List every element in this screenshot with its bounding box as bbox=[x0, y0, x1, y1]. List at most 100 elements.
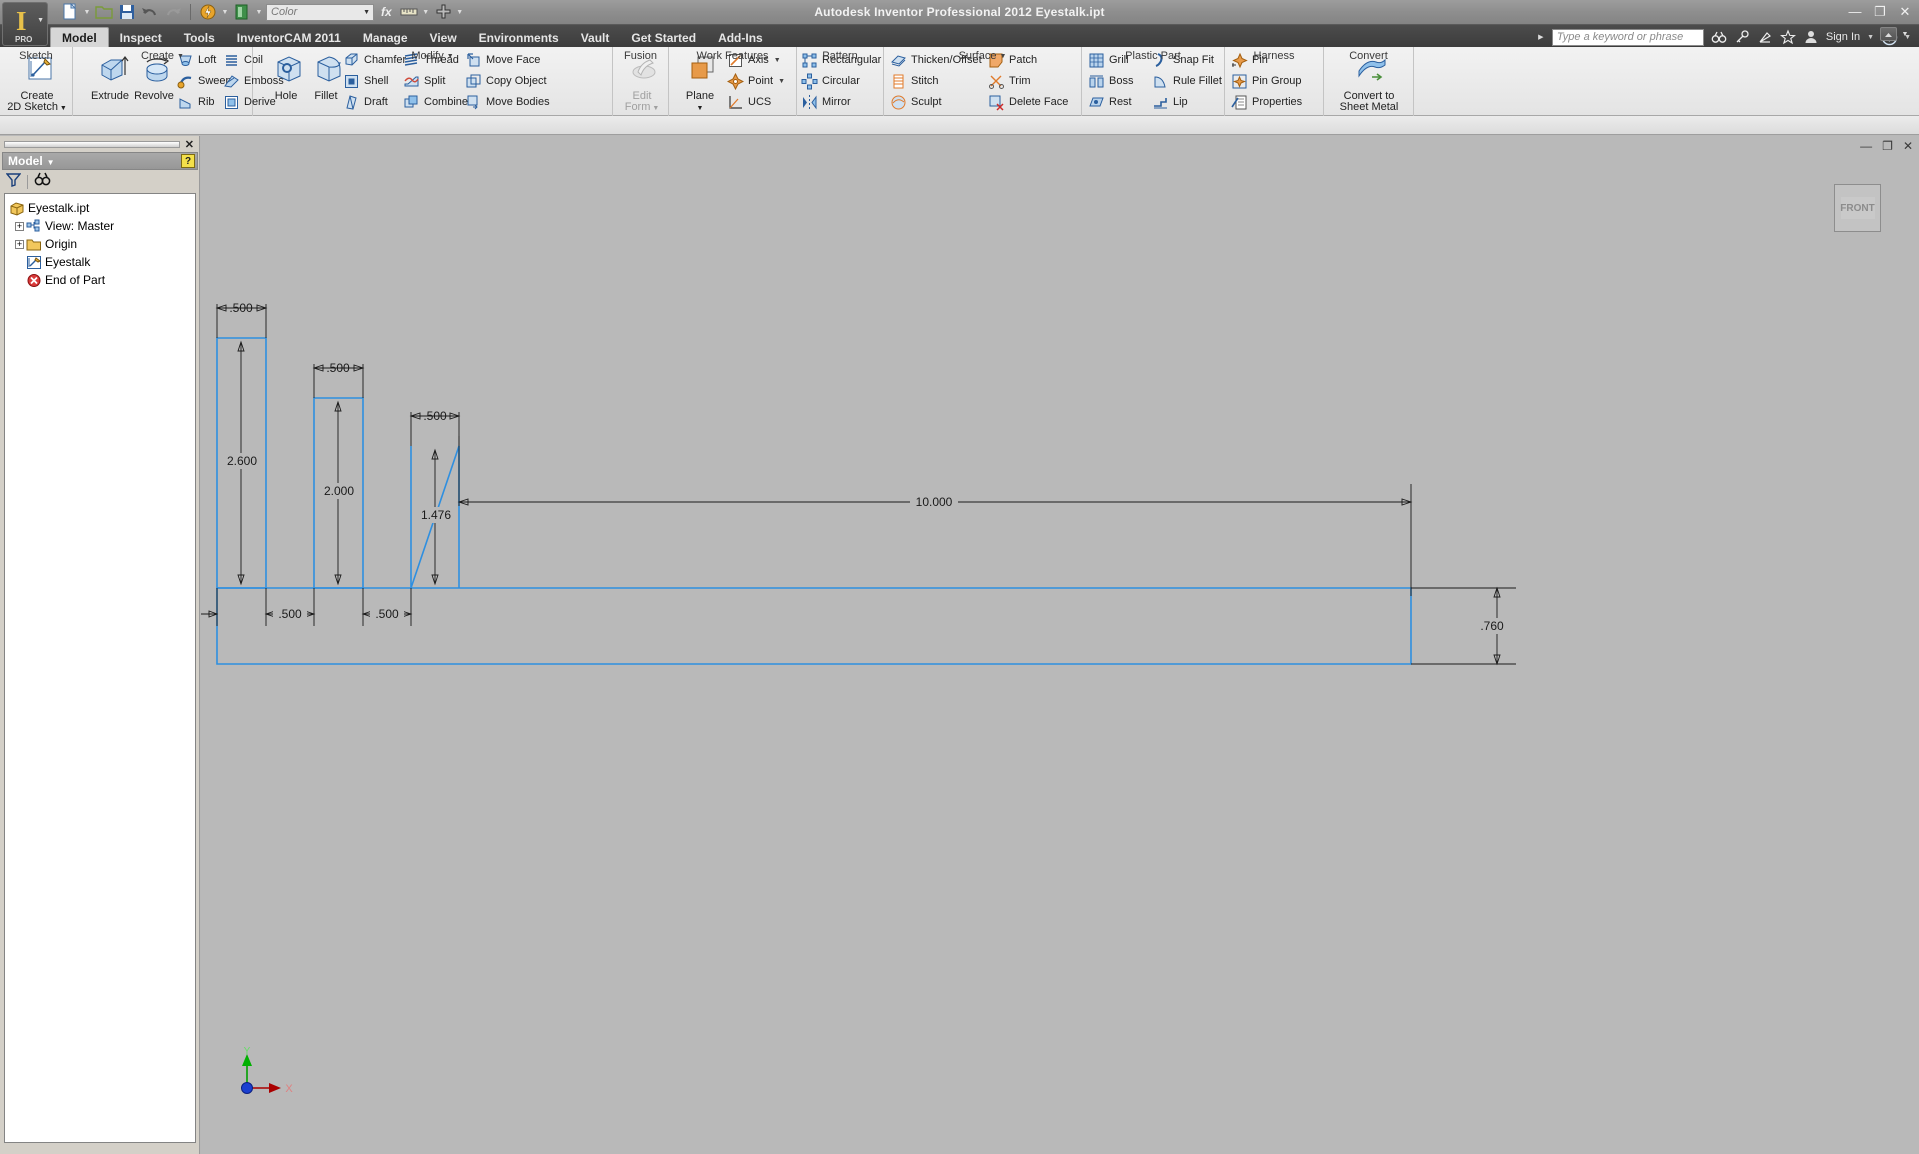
chevron-down-icon[interactable]: ▼ bbox=[83, 9, 91, 16]
help-icon[interactable]: ? bbox=[181, 154, 195, 168]
tab-tools[interactable]: Tools bbox=[173, 28, 226, 49]
browser-toolbar bbox=[2, 172, 198, 191]
properties-label: Properties bbox=[1252, 96, 1303, 108]
tree-item-eyestalk-sketch[interactable]: Eyestalk bbox=[9, 253, 195, 271]
update-icon[interactable] bbox=[198, 2, 218, 22]
select-icon[interactable] bbox=[433, 2, 453, 22]
inventor-pro-label: PRO bbox=[15, 35, 33, 44]
open-folder-icon[interactable] bbox=[94, 2, 114, 22]
sign-in-button[interactable]: Sign In bbox=[1826, 31, 1860, 43]
graphics-canvas[interactable]: — ❐ ✕ FRONT .500 2.600 .500 2.000 .500 1… bbox=[201, 136, 1919, 1154]
delete-face-button[interactable]: Delete Face bbox=[988, 92, 1068, 112]
minimize-button[interactable]: — bbox=[1847, 4, 1863, 20]
ucs-icon bbox=[727, 94, 744, 111]
star-icon[interactable] bbox=[1779, 29, 1796, 45]
filter-icon[interactable] bbox=[5, 172, 22, 192]
binoculars-icon[interactable] bbox=[1711, 29, 1727, 45]
tab-environments[interactable]: Environments bbox=[468, 28, 570, 49]
measure-icon[interactable] bbox=[399, 2, 419, 22]
search-input[interactable]: Type a keyword or phrase bbox=[1551, 28, 1704, 46]
chevron-down-icon[interactable]: ▼ bbox=[255, 9, 263, 16]
window-controls[interactable]: — ❐ ✕ bbox=[1847, 4, 1913, 20]
satellite-icon[interactable] bbox=[1757, 29, 1773, 45]
browser-drag-handle[interactable] bbox=[4, 141, 180, 148]
tab-inspect[interactable]: Inspect bbox=[109, 28, 173, 49]
circular-pattern-label: Circular bbox=[822, 75, 860, 87]
new-document-icon[interactable] bbox=[60, 2, 80, 22]
save-icon[interactable] bbox=[117, 2, 137, 22]
mirror-button[interactable]: Mirror bbox=[801, 92, 851, 112]
application-menu-button[interactable]: I PRO ▼ bbox=[2, 2, 48, 46]
properties-button[interactable]: Properties bbox=[1231, 92, 1302, 112]
ribbon-panel-label-bar bbox=[0, 116, 1919, 135]
rib-icon bbox=[177, 94, 194, 111]
lip-icon bbox=[1152, 94, 1169, 111]
trim-button[interactable]: Trim bbox=[988, 71, 1031, 91]
browser-grip-bar[interactable]: ✕ bbox=[2, 138, 198, 151]
rest-button[interactable]: Rest bbox=[1088, 92, 1132, 112]
convert-to-sheet-metal-label: Convert to Sheet Metal bbox=[1339, 90, 1399, 113]
chevron-down-icon[interactable]: ▼ bbox=[221, 9, 229, 16]
point-button[interactable]: Point ▼ bbox=[726, 71, 785, 91]
tab-inventorcam[interactable]: InventorCAM 2011 bbox=[226, 28, 352, 49]
combine-button[interactable]: Combine bbox=[403, 92, 468, 112]
move-bodies-icon bbox=[465, 94, 482, 111]
user-icon[interactable] bbox=[1803, 29, 1819, 45]
tree-item-end-of-part[interactable]: End of Part bbox=[9, 271, 195, 289]
properties-icon bbox=[1231, 94, 1248, 111]
browser-close-icon[interactable]: ✕ bbox=[185, 138, 194, 151]
chevron-down-icon[interactable]: ▼ bbox=[422, 9, 430, 16]
boss-button[interactable]: Boss bbox=[1088, 71, 1133, 91]
expander-icon[interactable]: + bbox=[15, 239, 24, 249]
copy-object-label: Copy Object bbox=[486, 75, 547, 87]
lip-button[interactable]: Lip bbox=[1152, 92, 1188, 112]
sculpt-button[interactable]: Sculpt bbox=[890, 92, 942, 112]
dim-origin-offset: 0 bbox=[201, 588, 219, 626]
tab-get-started[interactable]: Get Started bbox=[620, 28, 707, 49]
chevron-down-icon[interactable]: ▼ bbox=[47, 158, 55, 167]
tab-add-ins[interactable]: Add-Ins bbox=[707, 28, 774, 49]
draft-button[interactable]: Draft bbox=[343, 92, 388, 112]
tab-vault[interactable]: Vault bbox=[570, 28, 621, 49]
find-icon[interactable] bbox=[34, 172, 51, 192]
rule-fillet-label: Rule Fillet bbox=[1173, 75, 1222, 87]
chevron-down-icon[interactable]: ▼ bbox=[778, 78, 785, 85]
sketch-drawing[interactable]: .500 2.600 .500 2.000 .500 1.476 .500 .5… bbox=[201, 136, 1919, 1154]
browser-title-bar[interactable]: Model ▼ ? bbox=[2, 152, 198, 170]
chevron-down-icon[interactable]: ▼ bbox=[363, 5, 373, 20]
tab-manage[interactable]: Manage bbox=[352, 28, 419, 49]
chevron-down-icon[interactable]: ▼ bbox=[456, 9, 464, 16]
tree-item-view-master[interactable]: + View: Master bbox=[9, 217, 195, 235]
redo-icon[interactable] bbox=[163, 2, 183, 22]
tab-model[interactable]: Model bbox=[50, 27, 109, 49]
tab-view[interactable]: View bbox=[419, 28, 468, 49]
split-button[interactable]: Split bbox=[403, 71, 445, 91]
restore-button[interactable]: ❐ bbox=[1872, 4, 1888, 20]
expander-icon[interactable]: + bbox=[15, 221, 24, 231]
pin-group-icon bbox=[1231, 73, 1248, 90]
close-button[interactable]: ✕ bbox=[1897, 4, 1913, 20]
appearance-icon[interactable] bbox=[232, 2, 252, 22]
key-icon[interactable] bbox=[1734, 29, 1750, 45]
chevron-down-icon[interactable]: ▼ bbox=[1867, 34, 1874, 41]
color-select[interactable]: Color ▼ bbox=[266, 3, 374, 21]
copy-object-button[interactable]: Copy Object bbox=[465, 71, 547, 91]
rule-fillet-button[interactable]: Rule Fillet bbox=[1152, 71, 1222, 91]
parameters-icon[interactable]: fx bbox=[377, 5, 396, 19]
tree-item-origin[interactable]: + Origin bbox=[9, 235, 195, 253]
rib-button[interactable]: Rib bbox=[177, 92, 215, 112]
shell-button[interactable]: Shell bbox=[343, 71, 388, 91]
ucs-button[interactable]: UCS bbox=[727, 92, 771, 112]
ribbon-minimize-group[interactable]: ▼ bbox=[1880, 27, 1909, 41]
tree-item-eyestalk-ipt[interactable]: Eyestalk.ipt bbox=[9, 199, 195, 217]
chevron-right-icon[interactable]: ▶ bbox=[1537, 33, 1545, 41]
undo-icon[interactable] bbox=[140, 2, 160, 22]
pin-group-button[interactable]: Pin Group bbox=[1231, 71, 1302, 91]
stitch-button[interactable]: Stitch bbox=[890, 71, 939, 91]
move-bodies-button[interactable]: Move Bodies bbox=[465, 92, 550, 112]
chevron-down-icon[interactable]: ▼ bbox=[37, 17, 44, 24]
circular-pattern-button[interactable]: Circular bbox=[801, 71, 860, 91]
ribbon-minimize-icon[interactable] bbox=[1880, 27, 1897, 41]
model-tree[interactable]: Eyestalk.ipt + View: Master + Origin Eye… bbox=[4, 193, 196, 1143]
chevron-down-icon[interactable]: ▼ bbox=[1901, 31, 1909, 38]
